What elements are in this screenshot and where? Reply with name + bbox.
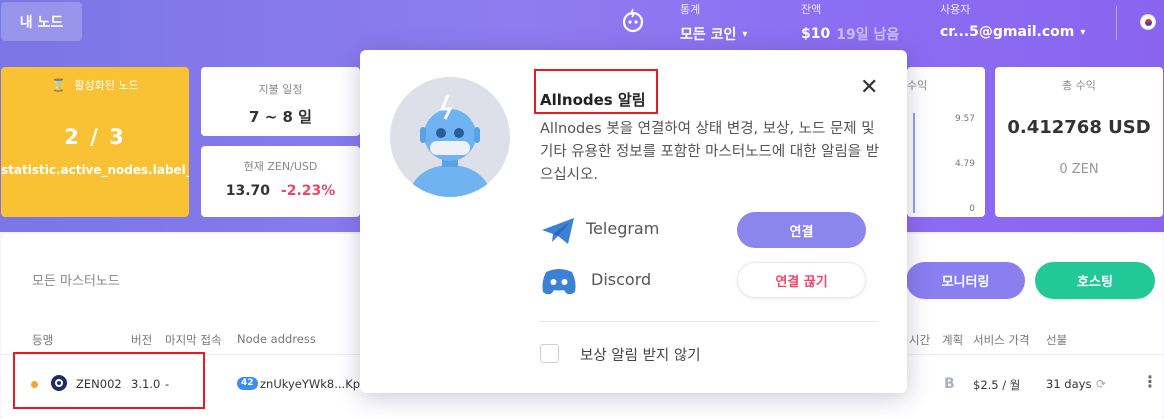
stats-value: 모든 코인 (680, 27, 737, 43)
chart-bar (913, 113, 915, 213)
refresh-icon[interactable]: ⟳ (1096, 377, 1106, 391)
panel-title: 모든 마스터노드 (32, 274, 120, 289)
user-email: cr...5@gmail.com (940, 24, 1075, 40)
chart-label: 수익 (907, 79, 928, 92)
header-divider (1116, 6, 1117, 40)
allnodes-bot-avatar (390, 77, 510, 197)
stats-label: 통계 (680, 3, 701, 16)
korea-flag-icon[interactable] (1140, 14, 1156, 30)
hosting-button[interactable]: 호스팅 (1035, 262, 1155, 299)
balance-days-left: 19일 남음 (836, 27, 900, 43)
node-address[interactable]: znUkyeYWk8...Kpy (260, 377, 367, 391)
column-header-address[interactable]: Node address (237, 332, 316, 346)
chevron-down-icon: ▾ (742, 28, 748, 40)
balance-label: 잔액 (801, 3, 822, 16)
close-icon[interactable]: ✕ (860, 77, 878, 99)
active-nodes-raw-label: statistic.active_nodes.label_pe (1, 163, 189, 177)
monitoring-button[interactable]: 모니터링 (906, 262, 1025, 299)
telegram-connect-button[interactable]: 연결 (737, 212, 866, 248)
user-menu[interactable]: 사용자 cr...5@gmail.com ▾ (940, 0, 1085, 40)
chart-tick: 9.57 (954, 114, 975, 124)
total-earnings-zen: 0 ZEN (1059, 162, 1099, 177)
balance-block[interactable]: 잔액 $10 19일 남음 (801, 0, 899, 44)
bot-icon[interactable] (620, 8, 646, 34)
modal-description: Allnodes 봇을 연결하여 상태 변경, 보상, 노드 문제 및 기타 유… (540, 121, 880, 183)
earnings-chart-card: 수익 9.57 4.79 0 (907, 67, 985, 217)
service-price: $2.5 / 월 (973, 378, 1021, 392)
payout-schedule-card: 지불 일정 7 ~ 8 일 (201, 67, 360, 136)
active-nodes-card: ⌛ 활성화된 노드 2 / 3 statistic.active_nodes.l… (1, 67, 189, 217)
telegram-label: Telegram (586, 219, 660, 238)
more-options-icon[interactable]: ⋮ (1142, 372, 1158, 391)
prepaid-days: 31 days (1046, 377, 1092, 391)
my-nodes-button[interactable]: 내 노드 (1, 2, 82, 41)
no-reward-alerts-checkbox[interactable] (540, 344, 559, 363)
balance-value: $10 (801, 26, 831, 42)
zen-price-label: 현재 ZEN/USD (243, 160, 318, 173)
address-prefix-badge: 42 (237, 377, 258, 390)
chevron-down-icon: ▾ (1080, 26, 1086, 38)
column-header-version[interactable]: 버전 (131, 332, 152, 348)
discord-icon (542, 269, 576, 295)
discord-label: Discord (591, 270, 652, 289)
payout-value: 7 ~ 8 일 (249, 108, 312, 126)
telegram-icon (542, 218, 574, 244)
chart-tick: 0 (969, 204, 975, 214)
no-reward-alerts-label[interactable]: 보상 알림 받지 않기 (580, 344, 701, 365)
highlight-box-row (13, 352, 205, 409)
column-header-price[interactable]: 서비스 가격 (973, 332, 1030, 348)
zen-price-card: 현재 ZEN/USD 13.70 -2.23% (201, 146, 360, 217)
column-header-status[interactable]: 등맹 (32, 332, 53, 348)
zen-price-value: 13.70 (225, 183, 271, 199)
hourglass-icon: ⌛ (51, 78, 67, 92)
active-nodes-label: 활성화된 노드 (74, 79, 139, 92)
column-header-plan[interactable]: 계획 (942, 332, 963, 348)
total-earnings-card: 총 수익 0.412768 USD 0 ZEN (995, 67, 1163, 217)
column-header-time[interactable]: 시간 (909, 332, 930, 348)
zen-price-change: -2.23% (280, 183, 336, 199)
stats-selector[interactable]: 통계 모든 코인 ▾ (680, 0, 747, 44)
modal-divider (540, 321, 878, 322)
active-nodes-value: 2 / 3 (64, 125, 126, 149)
payout-label: 지불 일정 (258, 83, 303, 96)
total-earnings-label: 총 수익 (1062, 79, 1096, 92)
column-header-last-access[interactable]: 마지막 접속 (165, 332, 222, 348)
chart-tick: 4.79 (954, 159, 975, 169)
plan-icon: B (944, 376, 955, 392)
user-label: 사용자 (940, 3, 971, 16)
discord-disconnect-button[interactable]: 연결 끊기 (737, 262, 866, 298)
total-earnings-usd: 0.412768 USD (1007, 117, 1151, 138)
highlight-box-title (534, 69, 658, 114)
column-header-prepay[interactable]: 선불 (1046, 332, 1067, 348)
